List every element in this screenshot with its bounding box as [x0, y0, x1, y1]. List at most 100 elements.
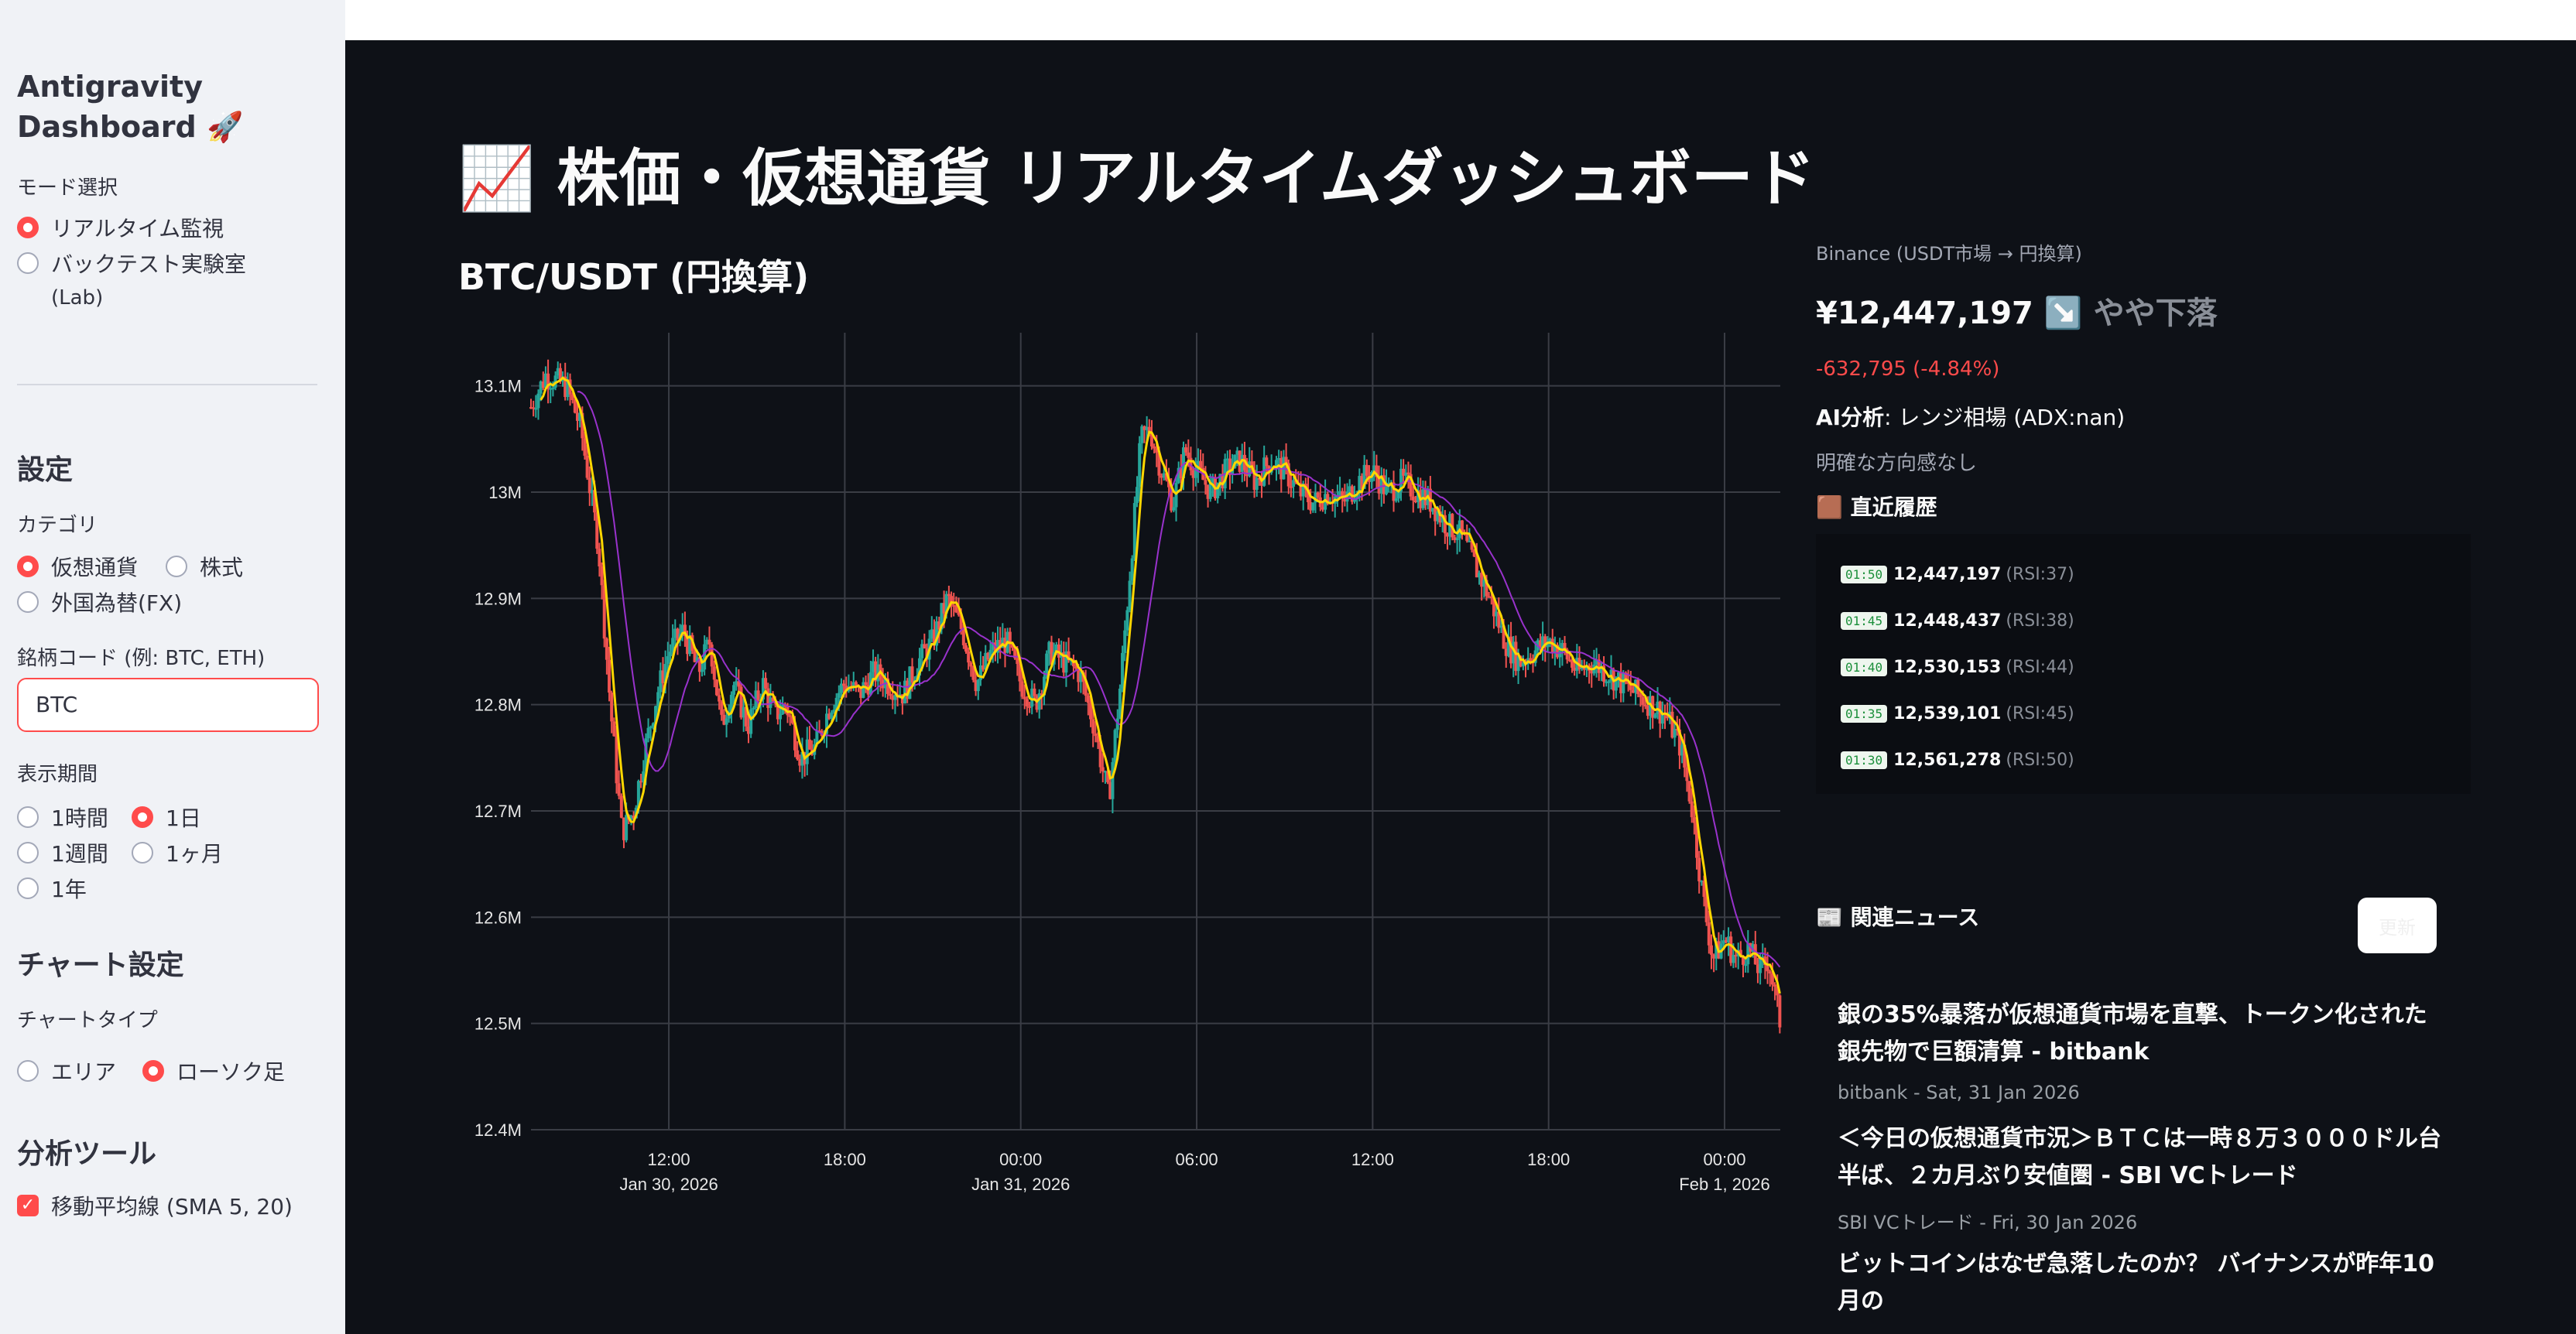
- history-value: 12,448,437: [1893, 611, 2002, 631]
- candle-body: [1685, 767, 1689, 782]
- candle-body: [1396, 491, 1400, 499]
- history-time: 01:50: [1841, 566, 1888, 583]
- candle-body: [1153, 446, 1156, 449]
- chart-type-option-area[interactable]: エリア: [17, 1055, 116, 1086]
- price-chart[interactable]: 13.1M 13M 12.9M 12.8M 12.7M 12.6M 12.5M 12.4M 1…: [458, 325, 1790, 1223]
- category-option-stock[interactable]: 株式: [166, 551, 243, 582]
- candle-body: [1111, 761, 1115, 799]
- candle-body: [756, 690, 760, 701]
- candle-body: [964, 645, 968, 652]
- candle-body: [1766, 965, 1769, 972]
- candle-body: [1639, 694, 1643, 697]
- candle-body: [796, 750, 800, 760]
- news-heading: 📰 関連ニュース: [1816, 905, 1980, 930]
- mode-option-backtest[interactable]: バックテスト実験室: [17, 248, 246, 279]
- news-item-title[interactable]: ビットコインはなぜ急落したのか？ バイナンスが昨年10月の: [1838, 1246, 2449, 1320]
- radio-icon: [17, 877, 39, 899]
- radio-icon: [166, 556, 187, 577]
- radio-selected-icon: [17, 556, 39, 577]
- history-rsi: (RSI:37): [2006, 565, 2074, 584]
- news-item-title[interactable]: 銀の35%暴落が仮想通貨市場を直撃、トークン化された銀先物で巨額清算 - bit…: [1838, 997, 2449, 1071]
- candle-body: [1707, 922, 1711, 946]
- history-list: 01:50 12,447,197 (RSI:37) 01:45 12,448,4…: [1816, 534, 2471, 794]
- history-rsi: (RSI:38): [2006, 611, 2074, 631]
- x-axis: 12:00 Jan 30, 2026 18:00 00:00 Jan 31, 2026 0…: [619, 1150, 1769, 1194]
- candle-body: [864, 682, 868, 686]
- category-option-crypto[interactable]: 仮想通貨: [17, 551, 138, 582]
- candle-body: [1208, 483, 1212, 499]
- x-tick-label: 00:00: [1703, 1150, 1745, 1169]
- period-option-1y[interactable]: 1年: [17, 873, 87, 904]
- symbol-label: 銘柄コード (例: BTC, ETH): [17, 647, 265, 670]
- candle-body: [1394, 498, 1398, 501]
- candle-body: [612, 721, 616, 737]
- candle-body: [1697, 857, 1701, 881]
- candle-body: [617, 783, 621, 796]
- x-tick-label: 18:00: [1527, 1150, 1570, 1169]
- candle-body: [967, 652, 971, 663]
- candle-body: [1130, 558, 1134, 581]
- candle-body: [707, 639, 711, 645]
- candle-body: [1255, 477, 1259, 491]
- candle-body: [573, 400, 577, 413]
- x-tick-date: Jan 30, 2026: [619, 1175, 718, 1194]
- candle-body: [1311, 502, 1315, 511]
- candle-body: [712, 666, 716, 680]
- candle-body: [1136, 487, 1139, 504]
- sma-checkbox[interactable]: ✓ 移動平均線 (SMA 5, 20): [17, 1190, 293, 1221]
- candle-body: [1744, 964, 1748, 966]
- history-row: 01:40 12,530,153 (RSI:44): [1841, 658, 2074, 677]
- x-tick-date: Jan 31, 2026: [971, 1175, 1070, 1194]
- y-tick-label: 12.5M: [474, 1014, 522, 1034]
- radio-selected-icon: [142, 1060, 164, 1082]
- period-option-1h[interactable]: 1時間: [17, 802, 108, 833]
- candle-body: [585, 455, 589, 478]
- candle-body: [1768, 971, 1772, 974]
- candle-body: [1020, 681, 1024, 697]
- period-option-1m[interactable]: 1ヶ月: [132, 837, 223, 868]
- candle-body: [1125, 610, 1129, 631]
- refresh-news-button[interactable]: 更新: [2358, 898, 2437, 953]
- mode-option-realtime[interactable]: リアルタイム監視: [17, 212, 224, 243]
- candle-body: [1709, 945, 1713, 955]
- candle-body: [1101, 767, 1105, 771]
- radio-icon: [17, 842, 39, 864]
- candle-body: [720, 701, 724, 715]
- history-rsi: (RSI:50): [2006, 751, 2074, 770]
- candle-body: [1690, 801, 1694, 818]
- history-value: 12,561,278: [1893, 751, 2002, 770]
- news-item-title[interactable]: ＜今日の仮想通貨市況＞ＢＴＣは一時８万３０００ドル台半ば、２カ月ぶり安値圏 - …: [1838, 1120, 2449, 1195]
- candle-body: [646, 727, 650, 739]
- candle-body: [1204, 480, 1208, 485]
- period-option-1d[interactable]: 1日: [132, 802, 201, 833]
- candle-body: [1641, 696, 1645, 705]
- history-row: 01:35 12,539,101 (RSI:45): [1841, 704, 2074, 723]
- symbol-input[interactable]: BTC: [17, 678, 319, 732]
- candle-body: [1265, 457, 1269, 467]
- y-tick-label: 12.9M: [474, 589, 522, 608]
- mode-label: モード選択: [17, 176, 118, 200]
- category-option-fx[interactable]: 外国為替(FX): [17, 587, 182, 617]
- history-rsi: (RSI:45): [2006, 704, 2074, 723]
- candle-body: [1465, 534, 1469, 542]
- candle-body: [1091, 719, 1095, 734]
- candle-body: [1692, 817, 1696, 823]
- price-change: -632,795 (-4.84%): [1816, 357, 2000, 381]
- period-option-1w[interactable]: 1週間: [17, 837, 108, 868]
- candle-body: [649, 727, 653, 729]
- sidebar-divider: [17, 384, 317, 385]
- candle-body: [551, 387, 555, 389]
- candle-body: [1365, 464, 1368, 476]
- candle-body: [608, 659, 611, 693]
- candle-body: [1411, 496, 1415, 501]
- history-value: 12,530,153: [1893, 658, 2002, 677]
- candle-body: [1128, 580, 1132, 611]
- chart-title: BTC/USDT (円換算): [458, 256, 810, 298]
- candle-body: [732, 685, 736, 695]
- candle-body: [854, 682, 858, 686]
- chart-type-option-candlestick[interactable]: ローソク足: [142, 1055, 285, 1086]
- history-rsi: (RSI:44): [2006, 658, 2074, 677]
- candle-body: [1113, 730, 1117, 762]
- radio-icon: [17, 806, 39, 828]
- history-time: 01:40: [1841, 658, 1888, 676]
